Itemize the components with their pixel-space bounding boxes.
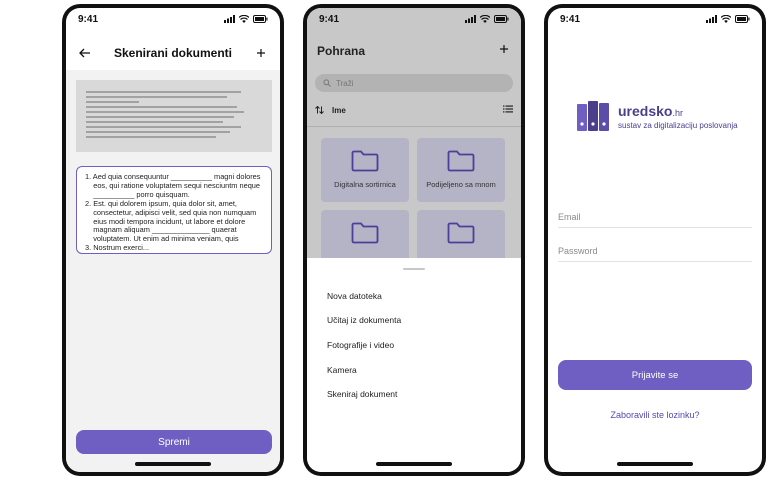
add-icon[interactable] [495,40,513,58]
screen: 9:41 Skenirani dokumenti 1. Aed quia con… [66,8,280,472]
status-icons [706,15,750,23]
home-indicator [376,462,452,466]
page-title: Skenirani dokumenti [113,46,233,60]
sort-icon [315,106,324,114]
home-indicator [135,462,211,466]
status-icons [224,15,268,23]
search-input[interactable]: Traži [315,74,513,92]
menu-item-new-file[interactable]: Nova datoteka [327,291,382,301]
folder-icon [351,222,379,244]
email-field[interactable]: Email [558,206,752,228]
sheet-drag-handle[interactable] [403,268,425,270]
menu-item-photos-video[interactable]: Fotografije i video [327,340,394,350]
signal-icon [465,15,476,23]
dimmed-background[interactable]: 9:41 Pohrana Traži Ime Digitalna sortirn… [307,8,521,274]
add-icon[interactable] [252,44,270,62]
menu-item-scan-document[interactable]: Skeniraj dokument [327,389,397,399]
status-time: 9:41 [560,13,581,25]
status-time: 9:41 [78,13,99,25]
folder-tile[interactable]: Digitalna sortirnica [321,138,409,202]
wifi-icon [239,15,249,23]
bottom-sheet: Nova datoteka Učitaj iz dokumenta Fotogr… [307,258,521,472]
folder-icon [351,150,379,172]
sort-label: Ime [332,105,346,115]
folder-icon [447,222,475,244]
header: Skenirani dokumenti [66,38,280,68]
phone-storage: 9:41 Pohrana Traži Ime Digitalna sortirn… [303,4,525,476]
status-icons [465,15,509,23]
phone-login: 9:41 uredsko.hr sustav za digitalizaciju… [544,4,766,476]
back-arrow-icon[interactable] [76,44,94,62]
folder-icon [447,150,475,172]
login-button[interactable]: Prijavite se [558,360,752,390]
screen: 9:41 Pohrana Traži Ime Digitalna sortirn… [307,8,521,472]
status-bar: 9:41 [307,8,521,30]
status-time: 9:41 [319,13,340,25]
signal-icon [224,15,235,23]
content-area: 1. Aed quia consequuntur __________ magn… [66,70,280,472]
battery-icon [735,15,750,23]
brand-logo: uredsko.hr sustav za digitalizaciju posl… [576,100,738,132]
forgot-password-link[interactable]: Zaboravili ste lozinku? [548,410,762,420]
password-field[interactable]: Password [558,240,752,262]
home-indicator [617,462,693,466]
signal-icon [706,15,717,23]
status-bar: 9:41 [66,8,280,30]
menu-item-upload-document[interactable]: Učitaj iz dokumenta [327,315,401,325]
ocr-text-editor[interactable]: 1. Aed quia consequuntur __________ magn… [76,166,272,254]
password-placeholder: Password [558,245,598,256]
status-bar: 9:41 [548,8,762,30]
folder-label: Digitalna sortirnica [334,180,396,189]
sort-control[interactable]: Ime [315,106,346,115]
screen: 9:41 uredsko.hr sustav za digitalizaciju… [548,8,762,472]
logo-text: uredsko.hr sustav za digitalizaciju posl… [618,103,738,130]
brand-name: uredsko.hr [618,102,683,119]
wifi-icon [721,15,731,23]
brand-tagline: sustav za digitalizaciju poslovanja [618,120,738,130]
binders-logo-icon [577,101,609,131]
folder-label: Podijeljeno sa mnom [426,180,496,189]
battery-icon [253,15,268,23]
menu-item-camera[interactable]: Kamera [327,365,357,375]
list-view-icon[interactable] [503,105,513,115]
email-placeholder: Email [558,211,581,222]
sort-bar: Ime [315,103,513,117]
folder-tile[interactable]: Podijeljeno sa mnom [417,138,505,202]
wifi-icon [480,15,490,23]
scanned-document-image [76,80,272,152]
save-button[interactable]: Spremi [76,430,272,454]
divider [307,126,521,127]
page-title: Pohrana [317,44,366,58]
search-placeholder: Traži [336,78,354,88]
battery-icon [494,15,509,23]
phone-scanned-documents: 9:41 Skenirani dokumenti 1. Aed quia con… [62,4,284,476]
search-icon [323,79,331,87]
